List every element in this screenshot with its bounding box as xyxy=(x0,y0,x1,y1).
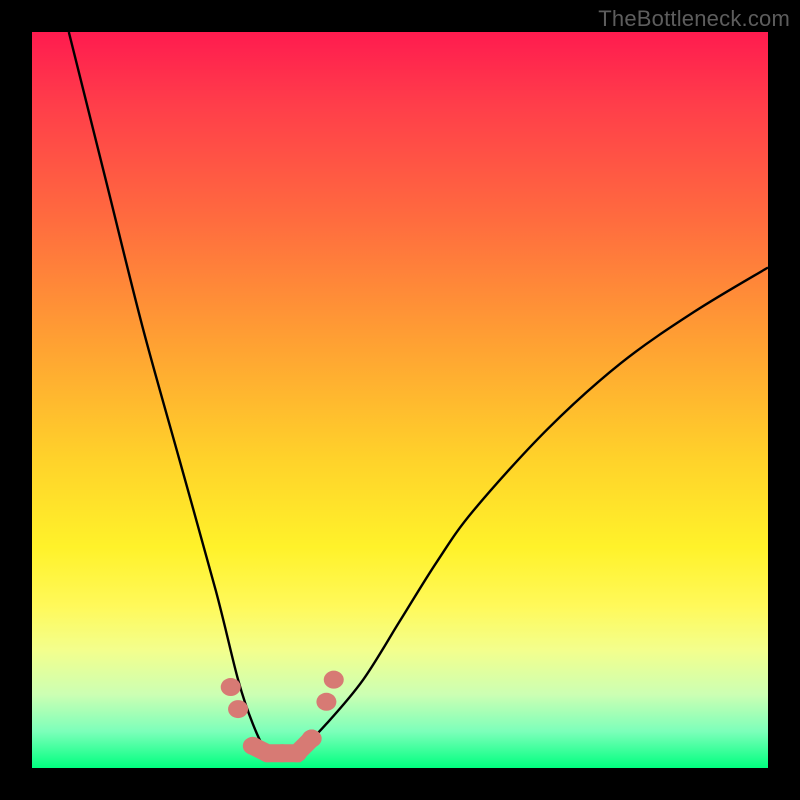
optimal-band-markers xyxy=(221,671,344,763)
marker-dot xyxy=(302,730,322,748)
marker-dot xyxy=(287,744,307,762)
watermark-text: TheBottleneck.com xyxy=(598,6,790,32)
plot-area xyxy=(32,32,768,768)
marker-dot xyxy=(324,671,344,689)
bottleneck-curve-path xyxy=(69,32,768,761)
bottleneck-curve xyxy=(69,32,768,761)
chart-frame: TheBottleneck.com xyxy=(0,0,800,800)
marker-dot xyxy=(316,693,336,711)
chart-svg xyxy=(32,32,768,768)
marker-dot xyxy=(228,700,248,718)
marker-dot xyxy=(221,678,241,696)
